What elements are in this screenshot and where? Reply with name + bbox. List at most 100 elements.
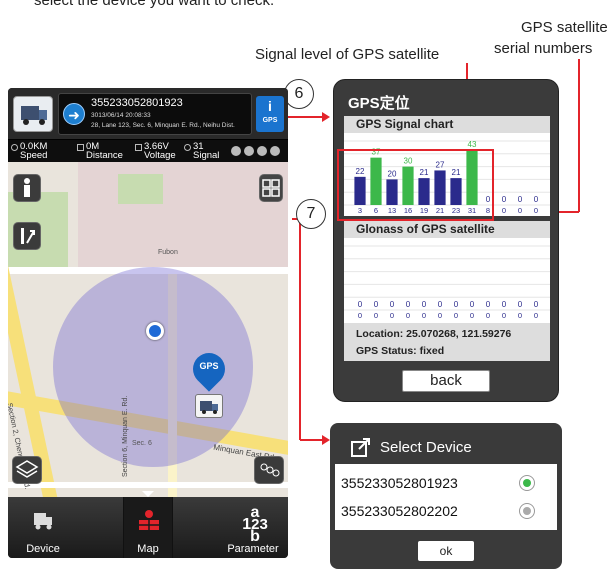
select-device-dialog: Select Device 355233052801923 3552330528… (330, 423, 562, 569)
bar-svg1-0 (354, 176, 366, 205)
current-location-dot (146, 322, 164, 340)
tick-label-svg1-2: 13 (388, 206, 396, 215)
gps-info-button[interactable]: i GPS (256, 96, 284, 132)
callout-6: 6 (284, 79, 314, 109)
street-label-sec6: Section 6, Minquan E. Rd. (122, 395, 129, 477)
value-label-svg1-11: 0 (534, 195, 539, 204)
value-label-svg2-1: 0 (374, 300, 379, 309)
value-label-svg1-8: 0 (486, 195, 491, 204)
glonass-chart-title: Glonass of GPS satellite (344, 221, 550, 238)
gps-status-row: GPS Status: fixed (356, 345, 444, 357)
value-label-svg2-6: 0 (454, 300, 459, 309)
acc-indicator-icon (231, 146, 241, 156)
tick-label-svg2-4: 0 (422, 311, 426, 320)
device-list: 355233052801923 355233052802202 (335, 464, 557, 530)
gps-status-value: fixed (419, 345, 445, 357)
glonass-chart-plot: 0 0 0 0 0 0 0 0 0 0 0 0 0 0 0 0 0 0 0 0 0 0 0 0 (344, 245, 550, 320)
tick-label-svg2-8: 0 (486, 311, 490, 320)
status-bar: 0.0KM Speed 0M Distance 3.66V Voltage 31… (8, 140, 288, 162)
location-value: 25.070268, 121.59276 (406, 328, 512, 340)
tick-label-svg2-10: 0 (518, 311, 522, 320)
poi-button[interactable] (254, 456, 284, 484)
gps-indicator-icon (270, 146, 280, 156)
vehicle-pin-icon[interactable] (195, 394, 223, 418)
device-row-2-id: 355233052802202 (341, 503, 458, 519)
value-label-svg2-2: 0 (390, 300, 395, 309)
clock-icon (11, 144, 18, 151)
tick-label-svg1-3: 16 (404, 206, 412, 215)
tick-label-svg2-9: 0 (502, 311, 506, 320)
value-label-svg2-7: 0 (470, 300, 475, 309)
bar-svg1-5 (434, 170, 446, 205)
bar-svg1-3 (402, 166, 414, 205)
tick-label-svg1-0: 3 (358, 206, 362, 215)
truck-icon (34, 513, 52, 530)
device-radio-2[interactable] (519, 503, 535, 519)
device-select-button[interactable] (259, 174, 283, 202)
layers-button[interactable] (12, 456, 42, 484)
vehicle-thumbnail[interactable] (13, 96, 53, 132)
signal-stat: 31 Signal (184, 142, 220, 161)
tick-label-svg2-6: 0 (454, 311, 458, 320)
info-icon: i (268, 98, 272, 114)
signal-label: Signal (193, 150, 220, 161)
grid-select-icon (262, 179, 280, 197)
share-icon (351, 438, 370, 457)
device-radio-1[interactable] (519, 475, 535, 491)
route-button[interactable] (13, 222, 41, 250)
value-label-svg2-9: 0 (502, 300, 507, 309)
tick-label-svg2-11: 0 (534, 311, 538, 320)
tick-label-svg1-11: 0 (534, 206, 538, 215)
distance-label: Distance (86, 150, 123, 161)
speed-stat: 0.0KM Speed (11, 142, 48, 161)
nav-parameter[interactable]: a 123 b Parameter (218, 497, 288, 558)
distance-stat: 0M Distance (77, 142, 123, 161)
speed-label: Speed (20, 150, 48, 161)
arrow-right-icon[interactable]: ➜ (63, 103, 85, 125)
power-indicator-icon (244, 146, 254, 156)
device-row-1[interactable]: 355233052801923 (341, 475, 458, 491)
nav-device[interactable]: Device (8, 497, 78, 558)
tick-label-svg1-5: 21 (436, 206, 444, 215)
value-label-svg1-4: 21 (420, 168, 429, 177)
value-label-svg1-6: 21 (452, 168, 461, 177)
gps-dialog: GPS定位 GPS Signal chart 22 3 37 6 20 13 30 16 21 1… (333, 79, 559, 402)
location-info: Location: 25.070268, 121.59276 GPS Statu… (344, 323, 550, 361)
place-label-fubon: Fubon (158, 249, 178, 256)
tick-label-svg1-4: 19 (420, 206, 428, 215)
ok-button[interactable]: ok (418, 541, 474, 561)
on-indicator-icon (257, 146, 267, 156)
battery-icon (135, 144, 142, 151)
place-label-sec6: Sec. 6 (132, 440, 152, 447)
tick-label-svg1-6: 23 (452, 206, 460, 215)
device-address: 28, Lane 123, Sec. 6, Minquan E. Rd., Ne… (91, 122, 235, 129)
gps-signal-chart: GPS Signal chart 22 3 37 6 20 13 30 16 21 19 27 21 2… (344, 116, 550, 216)
map-view[interactable]: GPS Minquan East Rd. Section 6, Minquan … (8, 162, 288, 497)
value-label-svg2-5: 0 (438, 300, 443, 309)
bar-svg1-2 (386, 179, 398, 205)
location-row: Location: 25.070268, 121.59276 (356, 328, 511, 340)
odometer-icon (77, 144, 84, 151)
poi-markers-icon (260, 463, 280, 477)
value-label-svg2-3: 0 (406, 300, 411, 309)
value-label-svg2-0: 0 (358, 300, 363, 309)
value-label-svg1-5: 27 (436, 160, 445, 169)
person-view-button[interactable] (13, 174, 41, 202)
back-button[interactable]: back (402, 370, 490, 392)
gps-signal-chart-title: GPS Signal chart (344, 116, 550, 133)
device-row-2[interactable]: 355233052802202 (341, 503, 458, 519)
device-row-1-id: 355233052801923 (341, 475, 458, 491)
nav-map-label: Map (137, 543, 159, 555)
value-label-svg1-7: 43 (468, 140, 477, 149)
gps-signal-chart-plot: 22 3 37 6 20 13 30 16 21 19 27 21 21 23 43 31 0 8 0 0 0 0 0 0 (344, 140, 550, 215)
device-info-panel[interactable]: ➜ 355233052801923 3013/06/14 20:08:33 28… (58, 93, 252, 135)
value-label-svg2-4: 0 (422, 300, 427, 309)
tick-label-svg2-1: 0 (374, 311, 378, 320)
tick-label-svg1-7: 31 (468, 206, 476, 215)
gps-dialog-title: GPS定位 (348, 95, 410, 112)
voltage-label: Voltage (144, 150, 176, 161)
map-road-3 (8, 482, 288, 488)
route-icon (21, 228, 35, 244)
layers-icon (15, 460, 39, 478)
nav-map[interactable]: Map (123, 497, 173, 558)
